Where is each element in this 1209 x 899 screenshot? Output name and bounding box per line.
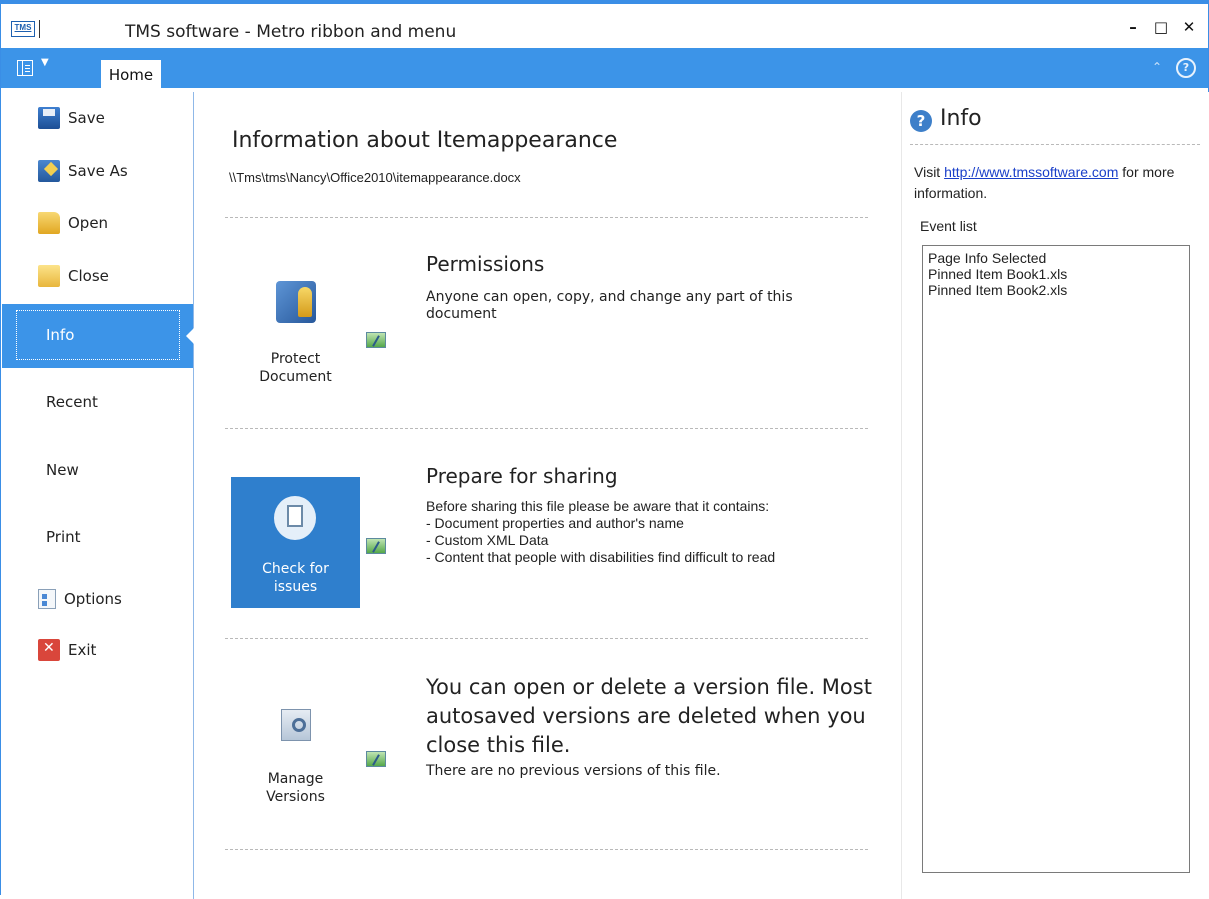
manage-versions-label-1: Manage <box>267 771 324 787</box>
list-item[interactable]: Pinned Item Book1.xls <box>928 266 1184 282</box>
lock-key-icon <box>276 281 316 323</box>
versions-text: There are no previous versions of this f… <box>426 763 721 779</box>
window-title: TMS software - Metro ribbon and menu <box>125 22 457 42</box>
sharing-line: Before sharing this file please be aware… <box>426 498 770 514</box>
checklist-icon <box>274 496 316 540</box>
close-window-button[interactable]: ✕ <box>1180 18 1198 36</box>
menu-close-button[interactable]: Close <box>38 264 109 288</box>
menu-options-button[interactable]: Options <box>38 587 122 611</box>
dropdown-arrow-icon: ▼ <box>41 57 49 68</box>
event-list-label: Event list <box>920 218 977 234</box>
menu-exit-label: Exit <box>68 641 97 659</box>
panel-title: Info <box>940 106 982 131</box>
panel-divider <box>910 144 1200 145</box>
ribbon-right-controls: ⌃ ? <box>1152 58 1196 78</box>
section-divider <box>225 217 868 218</box>
page-title: Information about Itemappearance <box>232 128 618 153</box>
versions-magnifier-icon <box>281 709 311 741</box>
save-as-icon <box>38 160 60 182</box>
sharing-line: - Document properties and author's name <box>426 515 684 531</box>
tab-home[interactable]: Home <box>101 60 161 88</box>
protect-document-button[interactable]: Protect Document <box>231 267 360 398</box>
application-menu-button[interactable]: ▼ <box>7 54 69 82</box>
app-logo-icon: TMS <box>11 21 35 37</box>
website-link[interactable]: http://www.tmssoftware.com <box>944 164 1118 180</box>
title-bar: TMS TMS software - Metro ribbon and menu… <box>1 4 1208 48</box>
manage-versions-label-2: Versions <box>266 789 325 805</box>
ribbon-tab-bar: ▼ Home ⌃ ? <box>1 48 1208 88</box>
menu-tab-print-label: Print <box>46 528 81 546</box>
permissions-text: Anyone can open, copy, and change any pa… <box>426 289 793 322</box>
menu-tab-recent-label: Recent <box>46 393 98 411</box>
event-list[interactable]: Page Info Selected Pinned Item Book1.xls… <box>922 245 1190 873</box>
menu-close-label: Close <box>68 267 109 285</box>
manage-versions-button[interactable]: Manage Versions <box>231 687 360 818</box>
title-separator <box>39 20 40 38</box>
sharing-line: - Content that people with disabilities … <box>426 549 776 565</box>
info-help-icon: ? <box>910 110 932 132</box>
protect-document-label-1: Protect <box>270 351 321 367</box>
check-for-issues-button[interactable]: Check for issues <box>231 477 360 608</box>
app-menu-icon <box>17 60 33 76</box>
backstage-menu: Save Save As Open Close Info Recent New … <box>2 92 194 899</box>
list-item[interactable]: Pinned Item Book2.xls <box>928 282 1184 298</box>
active-pointer-icon <box>186 328 194 344</box>
menu-tab-info-label: Info <box>46 326 75 344</box>
menu-exit-button[interactable]: Exit <box>38 638 96 662</box>
menu-tab-print[interactable]: Print <box>2 506 193 570</box>
options-icon <box>38 589 56 609</box>
list-item[interactable]: Page Info Selected <box>928 250 1184 266</box>
menu-tab-info[interactable]: Info <box>2 304 194 368</box>
minimize-button[interactable]: – <box>1124 18 1142 36</box>
close-folder-icon <box>38 265 60 287</box>
versions-heading: You can open or delete a version file. M… <box>426 675 872 757</box>
menu-save-button[interactable]: Save <box>38 106 105 130</box>
file-path: \\Tms\tms\Nancy\Office2010\itemappearanc… <box>229 170 521 185</box>
check-issues-label-2: issues <box>273 579 318 595</box>
save-icon <box>38 107 60 129</box>
info-page: Information about Itemappearance \\Tms\t… <box>194 92 900 899</box>
info-panel: ? Info Visit http://www.tmssoftware.com … <box>901 92 1209 899</box>
menu-open-label: Open <box>68 214 109 232</box>
edit-picture-icon[interactable] <box>366 332 386 348</box>
section-divider <box>225 849 868 850</box>
menu-save-as-button[interactable]: Save As <box>38 159 128 183</box>
protect-document-label-2: Document <box>259 369 332 385</box>
menu-save-as-label: Save As <box>68 162 128 180</box>
maximize-button[interactable]: □ <box>1152 18 1170 36</box>
section-divider <box>225 428 868 429</box>
collapse-ribbon-icon[interactable]: ⌃ <box>1152 58 1162 78</box>
visit-prefix: Visit <box>914 164 945 180</box>
panel-visit-text: Visit http://www.tmssoftware.com for mor… <box>914 162 1204 204</box>
edit-picture-icon[interactable] <box>366 751 386 767</box>
help-icon[interactable]: ? <box>1176 58 1196 78</box>
window-controls: – □ ✕ <box>1124 18 1198 36</box>
menu-tab-recent[interactable]: Recent <box>2 371 193 435</box>
focus-rectangle <box>16 310 180 360</box>
menu-save-label: Save <box>68 109 105 127</box>
section-divider <box>225 638 868 639</box>
open-folder-icon <box>38 212 60 234</box>
sharing-line: - Custom XML Data <box>426 532 549 548</box>
app-window: TMS TMS software - Metro ribbon and menu… <box>0 0 1209 899</box>
prepare-sharing-text: Before sharing this file please be aware… <box>426 498 886 566</box>
exit-icon <box>38 639 60 661</box>
edit-picture-icon[interactable] <box>366 538 386 554</box>
check-issues-label-1: Check for <box>262 561 329 577</box>
menu-tab-new-label: New <box>46 461 79 479</box>
menu-open-button[interactable]: Open <box>38 211 108 235</box>
menu-tab-new[interactable]: New <box>2 439 193 503</box>
permissions-heading: Permissions <box>426 252 545 276</box>
menu-options-label: Options <box>64 590 122 608</box>
prepare-sharing-heading: Prepare for sharing <box>426 464 618 488</box>
